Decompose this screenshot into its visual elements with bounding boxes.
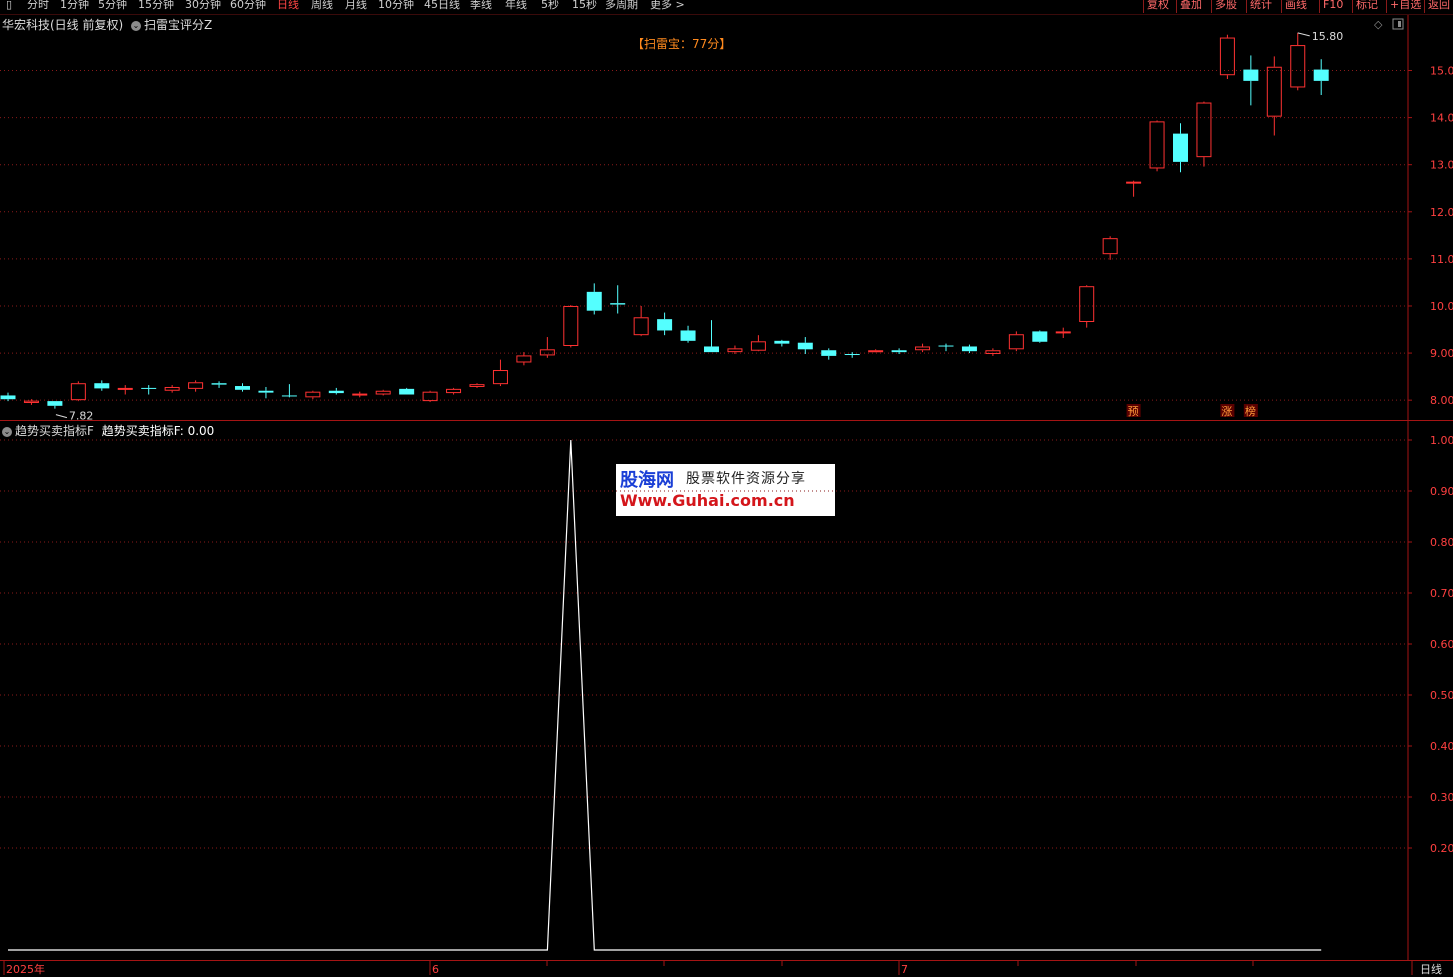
candle-body bbox=[657, 319, 673, 331]
candle-body bbox=[188, 382, 204, 389]
event-marker: 预 bbox=[1128, 405, 1139, 418]
candle-body bbox=[141, 387, 157, 389]
candle-body bbox=[1079, 286, 1095, 322]
window-icon-inner bbox=[1398, 21, 1401, 27]
candle-body bbox=[727, 348, 743, 353]
event-marker: 榜 bbox=[1245, 404, 1256, 418]
price-tick-label: 11.00 bbox=[1430, 253, 1453, 266]
candle-body bbox=[774, 340, 790, 344]
candle-body bbox=[1126, 181, 1142, 184]
candle-body bbox=[0, 395, 16, 400]
candle-body bbox=[117, 387, 133, 390]
time-axis-label: 6 bbox=[432, 963, 439, 975]
candle-body bbox=[868, 350, 884, 353]
candle-body bbox=[938, 345, 954, 347]
candle-body bbox=[1243, 69, 1259, 81]
candle-body bbox=[258, 390, 274, 393]
candle-body bbox=[586, 291, 602, 311]
candle-body bbox=[94, 383, 110, 389]
high-pointer bbox=[1297, 32, 1310, 37]
candle-body bbox=[516, 355, 532, 363]
candle-body bbox=[563, 305, 579, 347]
price-tick-label: 13.00 bbox=[1430, 159, 1453, 172]
candle-body bbox=[985, 350, 1001, 355]
candle-body bbox=[961, 346, 977, 352]
candle-body bbox=[305, 391, 321, 398]
candle-body bbox=[797, 342, 813, 350]
candle-body bbox=[235, 386, 250, 390]
candle-body bbox=[680, 330, 696, 341]
candle-body bbox=[1219, 37, 1235, 76]
candle-body bbox=[891, 350, 907, 353]
candle-body bbox=[1008, 334, 1024, 350]
candle-body bbox=[446, 388, 462, 394]
candle-body bbox=[1266, 66, 1282, 117]
indicator-tick-label: 0.20 bbox=[1430, 842, 1453, 855]
candle-body bbox=[422, 391, 438, 402]
candle-body bbox=[399, 388, 415, 395]
candle-body bbox=[750, 341, 766, 351]
candle-body bbox=[844, 354, 860, 356]
candle-body bbox=[164, 386, 180, 391]
time-axis-label: 7 bbox=[901, 963, 908, 975]
candle-body bbox=[1032, 331, 1048, 342]
high-price-label: 15.80 bbox=[1312, 30, 1344, 43]
indicator-tick-label: 0.80 bbox=[1430, 536, 1453, 549]
candle-body bbox=[1173, 133, 1188, 162]
indicator-tick-label: 0.90 bbox=[1430, 485, 1453, 498]
candle-body bbox=[633, 317, 649, 336]
event-marker: 涨 bbox=[1221, 405, 1232, 418]
candle-body bbox=[352, 393, 368, 396]
price-tick-label: 9.00 bbox=[1430, 347, 1453, 360]
candle-body bbox=[469, 384, 485, 387]
indicator-tick-label: 0.70 bbox=[1430, 587, 1453, 600]
candle-body bbox=[23, 400, 39, 403]
candle-body bbox=[1313, 69, 1329, 81]
price-tick-label: 12.00 bbox=[1430, 206, 1453, 219]
candle-body bbox=[281, 395, 297, 397]
low-pointer bbox=[55, 414, 68, 419]
time-axis-label: 2025年 bbox=[6, 962, 45, 975]
candle-body bbox=[1196, 102, 1212, 158]
indicator-tick-label: 0.50 bbox=[1430, 689, 1453, 702]
candle-body bbox=[610, 303, 626, 305]
candle-body bbox=[1290, 45, 1306, 88]
price-tick-label: 8.00 bbox=[1430, 394, 1453, 407]
candle-body bbox=[539, 349, 555, 356]
candle-body bbox=[1149, 121, 1165, 169]
indicator-tick-label: 0.30 bbox=[1430, 791, 1453, 804]
price-tick-label: 15.00 bbox=[1430, 65, 1453, 78]
candle-body bbox=[211, 383, 227, 385]
candle-body bbox=[70, 383, 86, 401]
price-tick-label: 10.00 bbox=[1430, 300, 1453, 313]
candle-body bbox=[915, 346, 931, 351]
candle-body bbox=[1102, 238, 1118, 255]
chart-canvas: 8.00 9.00 10.00 11.00 12.00 13.00 14.00 15.00 0.… bbox=[0, 14, 1453, 975]
candle-body bbox=[328, 390, 344, 394]
low-price-label: 7.82 bbox=[69, 410, 94, 423]
indicator-tick-label: 0.40 bbox=[1430, 740, 1453, 753]
candle-body bbox=[704, 346, 719, 353]
candle-body bbox=[821, 350, 837, 356]
candle-body bbox=[492, 370, 508, 385]
price-tick-label: 14.00 bbox=[1430, 112, 1453, 125]
indicator-tick-label: 1.00 bbox=[1430, 434, 1453, 447]
candle-body bbox=[375, 390, 391, 395]
candle-body bbox=[1055, 331, 1071, 334]
indicator-tick-label: 0.60 bbox=[1430, 638, 1453, 651]
diamond-icon: ◇ bbox=[1374, 18, 1383, 31]
candle-body bbox=[47, 401, 63, 406]
